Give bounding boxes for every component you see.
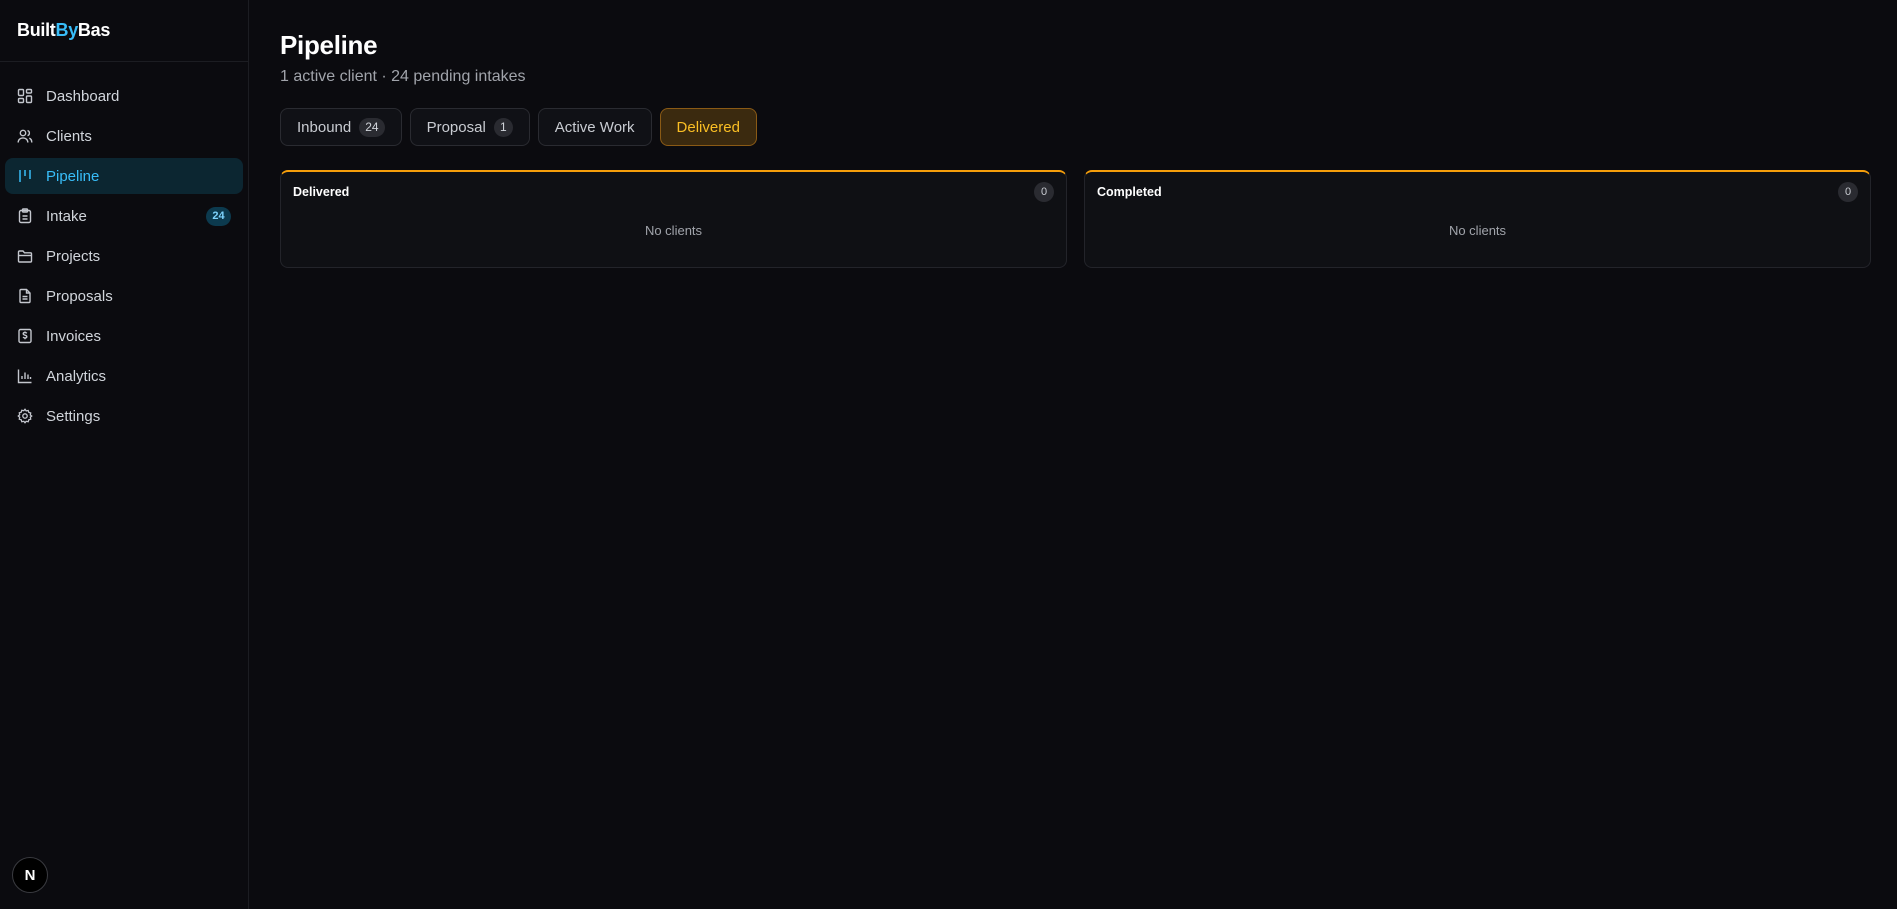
tab-label: Proposal <box>426 118 486 136</box>
sidebar-item-label: Clients <box>46 127 92 145</box>
brand-text-bas: Bas <box>77 20 111 40</box>
users-icon <box>16 127 34 145</box>
page-title: Pipeline <box>280 30 378 60</box>
sidebar-item-settings[interactable]: Settings <box>5 398 243 434</box>
intake-count-badge: 24 <box>206 206 231 226</box>
gear-icon <box>16 407 34 425</box>
sidebar-item-label: Dashboard <box>46 87 120 105</box>
kanban-icon <box>16 167 34 185</box>
tab-label: Active Work <box>554 118 635 136</box>
column-header: Completed 0 <box>1097 182 1858 202</box>
sidebar-item-analytics[interactable]: Analytics <box>5 358 243 394</box>
brand-logo[interactable]: Built By Bas <box>0 0 248 62</box>
sidebar-item-proposals[interactable]: Proposals <box>5 278 243 314</box>
sidebar-item-pipeline[interactable]: Pipeline <box>5 158 243 194</box>
column-count-badge: 0 <box>1838 182 1858 202</box>
column-header: Delivered 0 <box>293 182 1054 202</box>
sidebar-item-label: Analytics <box>46 367 107 385</box>
sidebar: BuiltByBas Dashboard Clients Pipeline <box>0 0 249 909</box>
main-content: Pipeline 1 active client · 24 pending in… <box>249 0 1897 909</box>
sidebar-item-intake[interactable]: Intake 24 <box>5 198 243 234</box>
dollar-receipt-icon <box>16 327 34 345</box>
app-root: BuiltByBas Dashboard Clients Pipeline <box>0 0 1897 909</box>
dashboard-icon <box>16 87 34 105</box>
tab-inbound[interactable]: Inbound 24 <box>280 108 402 146</box>
tab-label: Inbound <box>297 118 352 136</box>
column-title: Delivered <box>293 185 350 199</box>
tab-proposal[interactable]: Proposal 1 <box>409 108 530 146</box>
column-empty-state: No clients <box>1448 223 1507 238</box>
tab-count-badge: 24 <box>359 117 385 137</box>
sidebar-item-label: Invoices <box>46 327 102 345</box>
pipeline-columns: Delivered 0 No clients Completed 0 No cl… <box>280 170 1871 268</box>
column-count-badge: 0 <box>1034 182 1054 202</box>
sidebar-item-projects[interactable]: Projects <box>5 238 243 274</box>
nextjs-dev-badge[interactable]: N <box>12 857 48 893</box>
sidebar-item-clients[interactable]: Clients <box>5 118 243 154</box>
sidebar-item-dashboard[interactable]: Dashboard <box>5 78 243 114</box>
tab-active-work[interactable]: Active Work <box>537 108 652 146</box>
page-subtitle: 1 active client · 24 pending intakes <box>280 68 526 85</box>
sidebar-item-invoices[interactable]: Invoices <box>5 318 243 354</box>
brand-text-built: Built <box>17 20 56 40</box>
column-empty-state: No clients <box>644 223 703 238</box>
clipboard-icon <box>16 207 34 225</box>
tab-delivered[interactable]: Delivered <box>659 108 757 146</box>
sidebar-item-label: Proposals <box>46 287 113 305</box>
column-completed: Completed 0 No clients <box>1084 170 1871 268</box>
folder-icon <box>16 247 34 265</box>
sidebar-item-label: Pipeline <box>46 167 100 185</box>
column-title: Completed <box>1097 185 1162 199</box>
brand-text-by: By <box>55 20 79 40</box>
file-text-icon <box>16 287 34 305</box>
column-delivered: Delivered 0 No clients <box>280 170 1067 268</box>
bar-chart-icon <box>16 367 34 385</box>
tab-count-badge: 1 <box>493 117 513 137</box>
sidebar-item-label: Projects <box>46 247 101 265</box>
tab-label: Delivered <box>676 118 740 136</box>
sidebar-item-label: Intake <box>46 207 87 225</box>
pipeline-tabs: Inbound 24 Proposal 1 Active Work Delive… <box>280 108 1871 146</box>
sidebar-nav: Dashboard Clients Pipeline Intake 24 Pro… <box>0 62 248 434</box>
sidebar-item-label: Settings <box>46 407 101 425</box>
